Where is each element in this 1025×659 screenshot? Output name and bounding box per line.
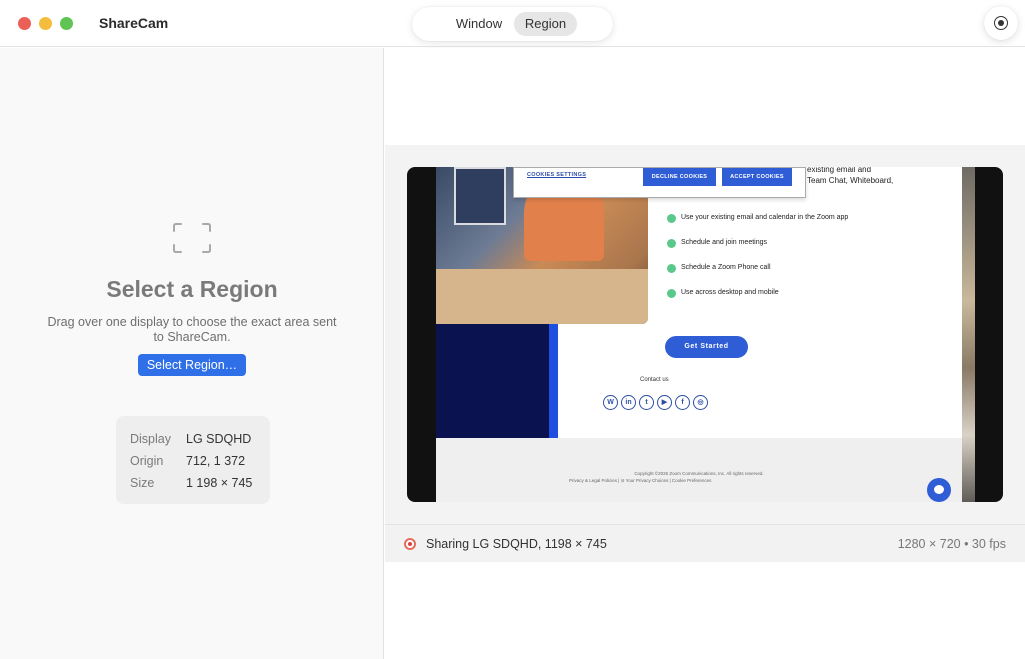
- region-sidebar: Select a Region Drag over one display to…: [0, 48, 384, 659]
- heading-line-2: Team Chat, Whiteboard,: [807, 176, 894, 185]
- twitter-icon: t: [639, 395, 654, 410]
- region-select-icon: [173, 223, 211, 253]
- preview-webpage: COOKIES SETTINGS DECLINE COOKIES ACCEPT …: [436, 167, 962, 502]
- select-region-button[interactable]: Select Region…: [138, 354, 246, 376]
- title-bar: ShareCam Window Region: [0, 0, 1025, 47]
- preview-area: COOKIES SETTINGS DECLINE COOKIES ACCEPT …: [385, 145, 1025, 524]
- instagram-icon: ◎: [693, 395, 708, 410]
- check-icon: [667, 214, 676, 223]
- facebook-icon: f: [675, 395, 690, 410]
- record-button[interactable]: [984, 6, 1018, 40]
- display-info-card: Display LG SDQHD Origin 712, 1 372 Size …: [116, 416, 270, 504]
- adjacent-window-strip: [962, 167, 975, 502]
- footer-links: Privacy & Legal Policies | ⊘ Your Privac…: [569, 478, 712, 483]
- panel-title: Select a Region: [106, 276, 278, 302]
- close-window-button[interactable]: [18, 17, 31, 30]
- maximize-window-button[interactable]: [60, 17, 73, 30]
- recording-indicator-icon: [404, 538, 416, 550]
- minimize-window-button[interactable]: [39, 17, 52, 30]
- heading-line-1: existing email and: [807, 167, 872, 174]
- check-icon: [667, 289, 676, 298]
- sharing-status: Sharing LG SDQHD, 1198 × 745: [426, 537, 607, 551]
- capture-preview: COOKIES SETTINGS DECLINE COOKIES ACCEPT …: [407, 167, 1003, 502]
- navy-block: [436, 324, 558, 438]
- app-title: ShareCam: [99, 15, 169, 31]
- mode-segmented-control: Window Region: [412, 7, 613, 41]
- copyright-text: Copyright ©2026 Zoom Communications, Inc…: [634, 471, 764, 476]
- stream-resolution: 1280 × 720 • 30 fps: [897, 537, 1006, 551]
- status-bar: Sharing LG SDQHD, 1198 × 745 1280 × 720 …: [385, 524, 1025, 562]
- youtube-icon: ▶: [657, 395, 672, 410]
- get-started-button: Get Started: [665, 336, 748, 358]
- decline-cookies-button: DECLINE COOKIES: [643, 168, 716, 186]
- check-icon: [667, 239, 676, 248]
- linkedin-icon: in: [621, 395, 636, 410]
- accept-cookies-button: ACCEPT COOKIES: [722, 168, 792, 186]
- chat-icon: [927, 478, 951, 502]
- check-icon: [667, 264, 676, 273]
- contact-us-label: Contact us: [640, 377, 669, 383]
- panel-description: Drag over one display to choose the exac…: [47, 315, 337, 344]
- tab-region[interactable]: Region: [514, 12, 577, 36]
- cookie-banner: COOKIES SETTINGS DECLINE COOKIES ACCEPT …: [513, 167, 806, 198]
- tab-window[interactable]: Window: [448, 12, 510, 36]
- page-footer: Copyright ©2026 Zoom Communications, Inc…: [436, 438, 962, 502]
- cookie-settings-link: COOKIES SETTINGS: [527, 172, 587, 178]
- preview-panel: COOKIES SETTINGS DECLINE COOKIES ACCEPT …: [385, 48, 1025, 659]
- wordpress-icon: W: [603, 395, 618, 410]
